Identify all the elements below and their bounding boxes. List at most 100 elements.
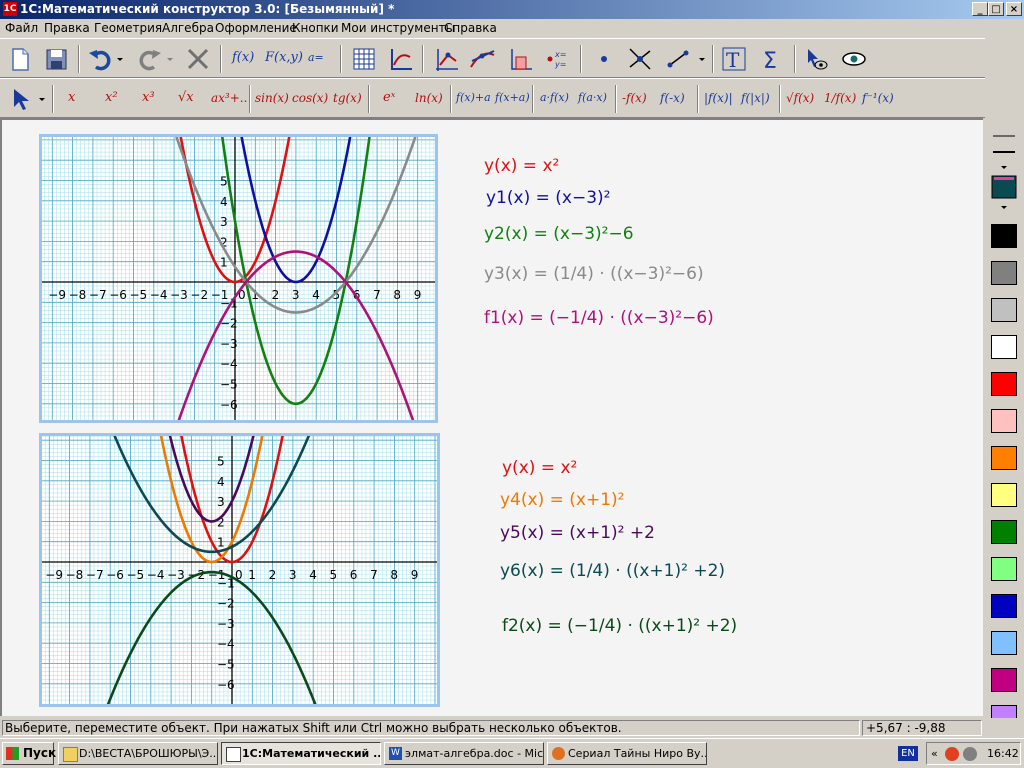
- task-browser[interactable]: Сериал Тайны Ниро Ву...: [547, 742, 707, 765]
- intersection-icon[interactable]: [626, 45, 654, 73]
- menu-design[interactable]: Оформление: [215, 21, 297, 35]
- line-style-icon[interactable]: [989, 130, 1019, 180]
- task-math-constructor[interactable]: 1С:Математический ...: [221, 742, 381, 765]
- task-word[interactable]: Wэлмат-алгебра.doc - Mic...: [384, 742, 544, 765]
- close-button[interactable]: ×: [1006, 2, 1022, 16]
- color-swatch[interactable]: [991, 446, 1017, 470]
- select-arrow-icon[interactable]: [6, 85, 34, 113]
- menu-edit[interactable]: Правка: [44, 21, 90, 35]
- tray-app-icon[interactable]: [945, 747, 959, 761]
- formula-f1[interactable]: f1(x) = (−1/4) · ((x−3)²−6): [484, 308, 714, 328]
- color-swatch[interactable]: [991, 261, 1017, 285]
- segment-dropdown-icon[interactable]: [696, 45, 708, 73]
- fn-x3-button[interactable]: x³: [142, 83, 155, 113]
- fn-reciprocal-button[interactable]: 1/f(x): [824, 83, 856, 113]
- color-swatch[interactable]: [991, 631, 1017, 655]
- graph-panel-bottom[interactable]: −9 −8 −7 −6 −5 −4 −3 −2 −1 1 2 3 4 5 6 7 8 9 0 5 4 3 2 1 −1 −2 −3−…: [39, 433, 440, 707]
- fn-sin-button[interactable]: sin(x): [255, 83, 289, 113]
- color-swatch[interactable]: [991, 520, 1017, 544]
- select-view-icon[interactable]: [802, 45, 830, 73]
- x-tick-label: 5: [330, 568, 338, 582]
- graph-panel-top[interactable]: −9 −8 −7 −6 −5 −4 −3 −2 −1 1 2 3 4 5 6 7 8 9 0 5 4 3 2 1 −1 −2 −3−…: [39, 134, 438, 423]
- menu-file[interactable]: Файл: [5, 21, 38, 35]
- fn-neg-button[interactable]: -f(x): [622, 83, 647, 113]
- fn-x2-button[interactable]: x²: [105, 83, 118, 113]
- formula-y1[interactable]: y1(x) = (x−3)²: [486, 188, 610, 208]
- color-swatch[interactable]: [991, 409, 1017, 433]
- y-tick-label: −3: [220, 337, 238, 351]
- tangent-icon[interactable]: [468, 45, 496, 73]
- axes-icon[interactable]: [386, 45, 414, 73]
- formula-y5[interactable]: y5(x) = (x+1)² +2: [500, 523, 655, 543]
- function-button[interactable]: f(x): [232, 43, 254, 73]
- implicit-function-button[interactable]: F(x,y): [265, 43, 303, 73]
- fn-x-button[interactable]: x: [68, 83, 75, 113]
- fn-poly-button[interactable]: ax³+..: [211, 83, 247, 113]
- fn-exp-button[interactable]: eˣ: [383, 83, 395, 113]
- plot-point-icon[interactable]: [432, 45, 460, 73]
- color-swatch[interactable]: [991, 298, 1017, 322]
- menu-buttons[interactable]: Кнопки: [292, 21, 339, 35]
- redo-dropdown-icon[interactable]: [164, 45, 176, 73]
- formula-y[interactable]: y(x) = x²: [484, 156, 559, 176]
- fn-abs-x-button[interactable]: f(|x|): [741, 83, 770, 113]
- fn-tg-button[interactable]: tg(x): [333, 83, 362, 113]
- fn-sqrt-button[interactable]: √x: [178, 83, 194, 113]
- color-swatch[interactable]: [991, 372, 1017, 396]
- start-button[interactable]: Пуск: [2, 742, 56, 765]
- fn-ln-button[interactable]: ln(x): [415, 83, 443, 113]
- menu-my-tools[interactable]: Мои инструменты: [341, 21, 455, 35]
- visibility-eye-icon[interactable]: [840, 45, 868, 73]
- fn-scale-x-button[interactable]: f(a·x): [578, 83, 607, 113]
- menu-help[interactable]: Справка: [444, 21, 497, 35]
- point-icon[interactable]: [590, 45, 618, 73]
- delete-icon[interactable]: [184, 45, 212, 73]
- parameter-button[interactable]: a=: [308, 43, 324, 73]
- formula-y3[interactable]: y3(x) = (1/4) · ((x−3)²−6): [484, 264, 704, 284]
- color-swatch[interactable]: [991, 224, 1017, 248]
- new-document-icon[interactable]: [6, 45, 34, 73]
- color-swatch[interactable]: [991, 668, 1017, 692]
- color-swatch[interactable]: [991, 557, 1017, 581]
- integral-area-icon[interactable]: [506, 45, 534, 73]
- grid-icon[interactable]: [350, 45, 378, 73]
- formula-y2[interactable]: y2(x) = (x−3)²−6: [484, 224, 634, 244]
- drawing-canvas[interactable]: −9 −8 −7 −6 −5 −4 −3 −2 −1 1 2 3 4 5 6 7 8 9 0 5 4 3 2 1 −1 −2 −3−…: [0, 118, 983, 716]
- minimize-button[interactable]: _: [972, 2, 988, 16]
- formula-y6[interactable]: y6(x) = (1/4) · ((x+1)² +2): [500, 561, 725, 581]
- undo-dropdown-icon[interactable]: [114, 45, 126, 73]
- y-tick-label: −5: [220, 378, 238, 392]
- fn-shift-up-button[interactable]: f(x)+a: [456, 83, 491, 113]
- text-tool-icon[interactable]: T: [720, 45, 748, 73]
- y-tick-label: 1: [217, 536, 225, 550]
- fill-style-icon[interactable]: [989, 174, 1019, 216]
- segment-icon[interactable]: [664, 45, 692, 73]
- formula-f2[interactable]: f2(x) = (−1/4) · ((x+1)² +2): [502, 616, 737, 636]
- tray-volume-icon[interactable]: [963, 747, 977, 761]
- color-swatch[interactable]: [991, 483, 1017, 507]
- formula-y4[interactable]: y4(x) = (x+1)²: [500, 490, 624, 510]
- maximize-button[interactable]: □: [988, 2, 1004, 16]
- fn-cos-button[interactable]: cos(x): [292, 83, 328, 113]
- fn-sqrt-f-button[interactable]: √f(x): [786, 83, 814, 113]
- undo-icon[interactable]: [86, 45, 114, 73]
- select-dropdown-icon[interactable]: [36, 85, 48, 113]
- menu-algebra[interactable]: Алгебра: [162, 21, 214, 35]
- formula-y-bottom[interactable]: y(x) = x²: [502, 458, 577, 478]
- fn-abs-button[interactable]: |f(x)|: [704, 83, 733, 113]
- save-icon[interactable]: [42, 45, 70, 73]
- fn-shift-left-button[interactable]: f(x+a): [495, 83, 530, 113]
- language-indicator[interactable]: EN: [898, 746, 918, 761]
- fn-scale-y-button[interactable]: a·f(x): [540, 83, 569, 113]
- y-tick-label: −3: [217, 617, 235, 631]
- color-swatch[interactable]: [991, 594, 1017, 618]
- menu-geometry[interactable]: Геометрия: [94, 21, 162, 35]
- redo-icon[interactable]: [136, 45, 164, 73]
- fn-neg-x-button[interactable]: f(-x): [660, 83, 685, 113]
- parametric-icon[interactable]: x=y=: [544, 45, 572, 73]
- task-explorer[interactable]: D:\ВЕСТА\БРОШЮРЫ\Э...: [58, 742, 218, 765]
- tray-expand-icon[interactable]: «: [931, 743, 938, 764]
- fn-inverse-button[interactable]: f⁻¹(x): [862, 83, 894, 113]
- color-swatch[interactable]: [991, 335, 1017, 359]
- formula-sigma-icon[interactable]: Σ: [758, 45, 786, 73]
